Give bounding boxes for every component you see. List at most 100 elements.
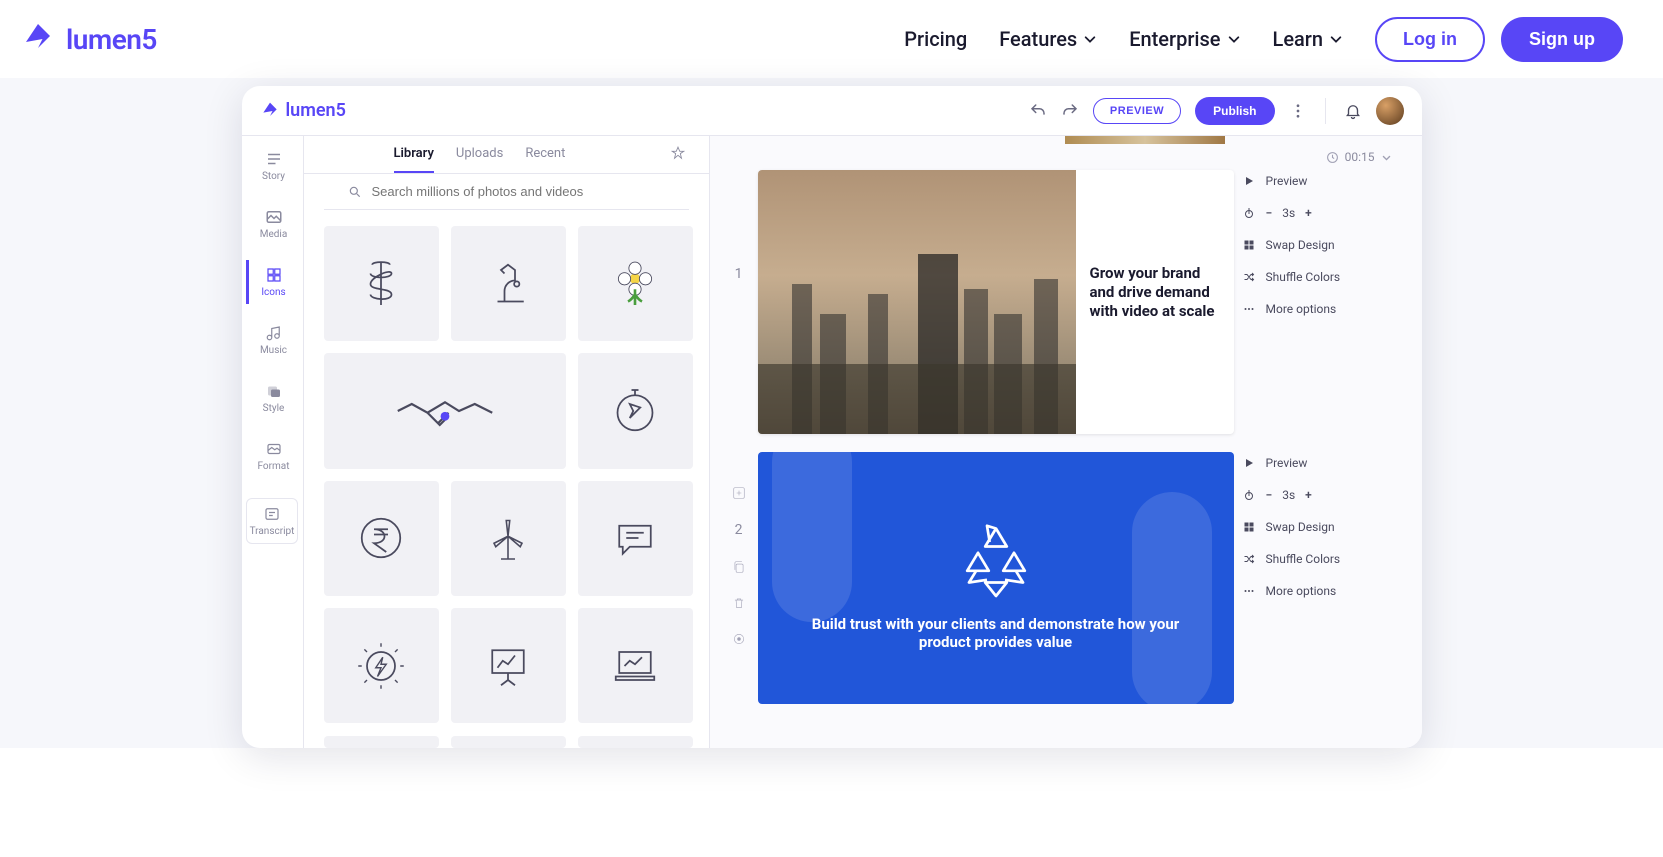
redo-button[interactable] xyxy=(1061,102,1079,120)
site-logo[interactable]: lumen5 xyxy=(20,21,157,57)
library-grid xyxy=(304,210,709,748)
divider xyxy=(1325,98,1326,124)
duration-decrease-button[interactable]: − xyxy=(1266,488,1273,502)
library-icon-presentation[interactable] xyxy=(451,608,566,723)
chevron-down-icon xyxy=(1227,32,1241,46)
chevron-down-icon[interactable] xyxy=(1381,152,1392,163)
library-icon-wind-turbine[interactable] xyxy=(451,481,566,596)
duration-increase-button[interactable]: + xyxy=(1305,488,1312,502)
library-icon-laptop-chart[interactable] xyxy=(578,608,693,723)
library-icon-rupee[interactable] xyxy=(324,481,439,596)
more-menu-button[interactable] xyxy=(1289,102,1307,120)
style-icon xyxy=(265,382,283,400)
duration-increase-button[interactable]: + xyxy=(1305,206,1312,220)
search-input[interactable] xyxy=(372,184,665,199)
nav-features[interactable]: Features xyxy=(999,27,1097,51)
undo-button[interactable] xyxy=(1029,102,1047,120)
time-display: 00:15 xyxy=(1345,150,1375,164)
tab-uploads[interactable]: Uploads xyxy=(456,146,503,173)
nav-learn-label: Learn xyxy=(1273,27,1324,51)
app-logo-text: lumen5 xyxy=(286,100,346,121)
signup-button[interactable]: Sign up xyxy=(1501,17,1623,62)
shuffle-colors-button[interactable]: Shuffle Colors xyxy=(1242,270,1358,284)
delete-slide-icon[interactable] xyxy=(732,596,746,610)
slide-row-1: 1 Grow your brand and drive demand with … xyxy=(710,170,1422,452)
action-label: Swap Design xyxy=(1266,520,1335,534)
rail-format[interactable]: Format xyxy=(246,434,298,478)
shuffle-colors-button[interactable]: Shuffle Colors xyxy=(1242,552,1358,566)
more-options-button[interactable]: More options xyxy=(1242,302,1358,316)
add-slide-icon[interactable] xyxy=(732,486,746,500)
library-icon-partial[interactable] xyxy=(578,736,693,748)
story-icon xyxy=(265,150,283,168)
favorites-button[interactable] xyxy=(671,146,685,173)
rail-label: Media xyxy=(260,229,288,240)
rail-media[interactable]: Media xyxy=(246,202,298,246)
more-options-button[interactable]: More options xyxy=(1242,584,1358,598)
nav-actions: Log in Sign up xyxy=(1375,17,1623,62)
dots-horizontal-icon xyxy=(1243,303,1255,315)
library-icon-flower[interactable] xyxy=(578,226,693,341)
preview-button[interactable]: PREVIEW xyxy=(1093,98,1181,124)
tab-recent[interactable]: Recent xyxy=(525,146,565,173)
library-icon-microscope[interactable] xyxy=(451,226,566,341)
rail-transcript[interactable]: Transcript xyxy=(246,498,298,544)
rail-music[interactable]: Music xyxy=(246,318,298,362)
library-icon-handshake[interactable] xyxy=(324,353,566,468)
library-icon-compass[interactable] xyxy=(578,353,693,468)
publish-button[interactable]: Publish xyxy=(1195,97,1274,125)
slide-text: Build trust with your clients and demons… xyxy=(802,615,1190,651)
shuffle-icon xyxy=(1243,553,1255,565)
logo-mark-icon xyxy=(260,101,280,121)
nav-enterprise[interactable]: Enterprise xyxy=(1129,27,1240,51)
swap-design-button[interactable]: Swap Design xyxy=(1242,238,1358,252)
nav-enterprise-label: Enterprise xyxy=(1129,27,1220,51)
rail-label: Icons xyxy=(261,287,285,298)
slide-duration-control: − 3s + xyxy=(1242,488,1358,502)
app-header: lumen5 PREVIEW Publish xyxy=(242,86,1422,136)
action-label: Shuffle Colors xyxy=(1266,270,1341,284)
slide-number: 1 xyxy=(735,266,743,282)
app-logo[interactable]: lumen5 xyxy=(260,100,346,121)
library-icon-chat[interactable] xyxy=(578,481,693,596)
library-icon-lightbulb-bolt[interactable] xyxy=(324,608,439,723)
library-icon-caduceus[interactable] xyxy=(324,226,439,341)
duration-decrease-button[interactable]: − xyxy=(1266,206,1273,220)
library-panel: Library Uploads Recent xyxy=(304,136,710,748)
wind-turbine-icon xyxy=(480,510,536,566)
login-button[interactable]: Log in xyxy=(1375,17,1485,62)
logo-text: lumen5 xyxy=(66,23,157,56)
slide-preview-button[interactable]: Preview xyxy=(1242,456,1358,470)
clock-icon xyxy=(1326,151,1339,164)
search-icon xyxy=(348,185,362,199)
library-search xyxy=(324,174,689,210)
swap-design-button[interactable]: Swap Design xyxy=(1242,520,1358,534)
library-icon-partial[interactable] xyxy=(324,736,439,748)
time-display-row: 00:15 xyxy=(710,144,1422,170)
nav-pricing[interactable]: Pricing xyxy=(904,27,967,51)
bell-icon xyxy=(1344,102,1362,120)
rail-style[interactable]: Style xyxy=(246,376,298,420)
slide-gutter-1: 1 xyxy=(728,170,750,282)
rail-label: Transcript xyxy=(250,526,295,537)
record-icon[interactable] xyxy=(732,632,746,646)
avatar[interactable] xyxy=(1376,97,1404,125)
library-icon-partial[interactable] xyxy=(451,736,566,748)
nav-learn[interactable]: Learn xyxy=(1273,27,1344,51)
tab-library[interactable]: Library xyxy=(394,146,434,173)
canvas: 00:15 1 xyxy=(710,136,1422,748)
slide-preview-button[interactable]: Preview xyxy=(1242,174,1358,188)
slide-text: Grow your brand and drive demand with vi… xyxy=(1076,170,1234,434)
copy-slide-icon[interactable] xyxy=(732,560,746,574)
notifications-button[interactable] xyxy=(1344,102,1362,120)
app-shell: lumen5 PREVIEW Publish xyxy=(242,86,1422,748)
slide-card-1[interactable]: Grow your brand and drive demand with vi… xyxy=(758,170,1234,434)
action-label: More options xyxy=(1266,584,1337,598)
icons-icon xyxy=(265,266,283,284)
stopwatch-icon xyxy=(1243,489,1255,501)
slide-card-2[interactable]: Build trust with your clients and demons… xyxy=(758,452,1234,704)
play-icon xyxy=(1243,457,1255,469)
rail-icons[interactable]: Icons xyxy=(246,260,298,304)
rail-story[interactable]: Story xyxy=(246,144,298,188)
undo-icon xyxy=(1029,102,1047,120)
